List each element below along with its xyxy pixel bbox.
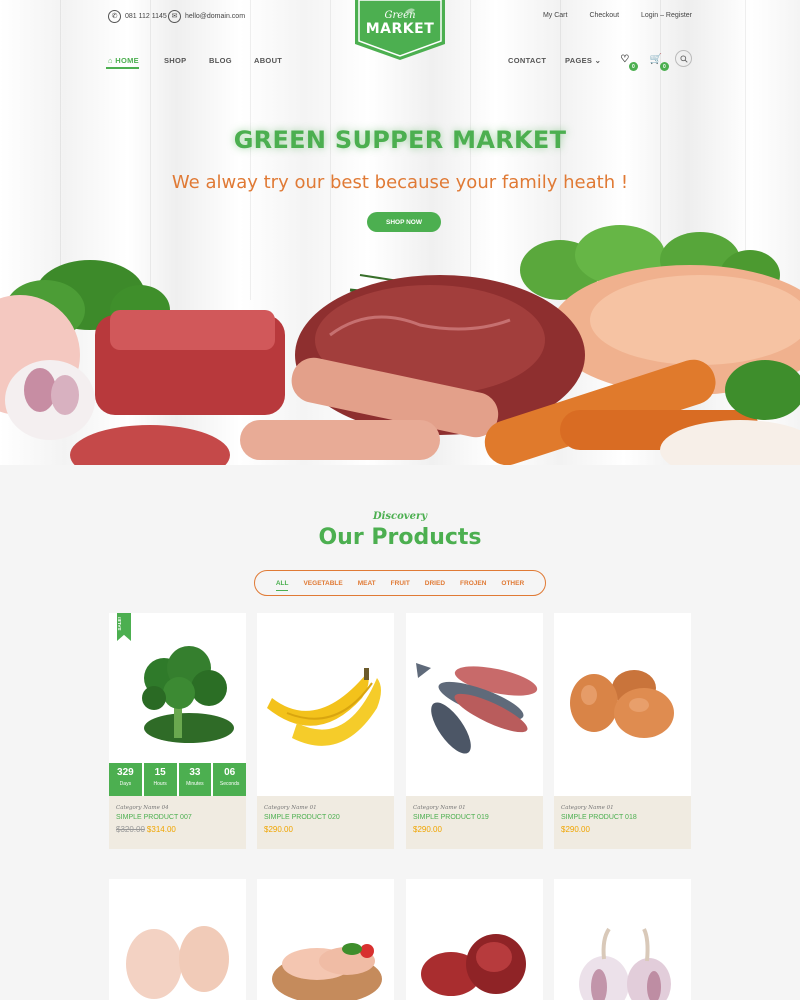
sale-label: SALE! bbox=[117, 617, 122, 631]
eggs-image bbox=[570, 670, 674, 738]
product-category: Category Name 01 bbox=[413, 805, 466, 811]
product-card[interactable] bbox=[406, 879, 543, 1000]
filter-tab-fruit[interactable]: FRUIT bbox=[391, 580, 410, 587]
filter-tab-all[interactable]: ALL bbox=[275, 580, 288, 591]
product-info: Category Name 01 SIMPLE PRODUCT 019 $290… bbox=[406, 796, 543, 849]
logo-line2: MARKET bbox=[365, 21, 435, 37]
filter-tab-vegetable[interactable]: VEGETABLE bbox=[303, 580, 342, 587]
countdown-minutes-value: 33 bbox=[189, 767, 201, 778]
nav-item-about[interactable]: ABOUT bbox=[254, 56, 282, 65]
search-button[interactable] bbox=[675, 50, 692, 67]
product-old-price: $320.00 bbox=[116, 825, 145, 834]
nav-item-shop[interactable]: SHOP bbox=[164, 56, 186, 65]
wishlist-count-badge: 0 bbox=[629, 62, 638, 71]
cart-count-badge: 0 bbox=[660, 62, 669, 71]
countdown-seconds-value: 06 bbox=[224, 767, 236, 778]
product-category: Category Name 01 bbox=[264, 805, 317, 811]
filter-tab-other[interactable]: OTHER bbox=[501, 580, 524, 587]
product-image bbox=[554, 613, 691, 796]
email-address: hello@domain.com bbox=[185, 13, 246, 20]
hero-title: GREEN SUPPER MARKET bbox=[233, 126, 567, 154]
product-card[interactable]: Category Name 01 SIMPLE PRODUCT 018 $290… bbox=[554, 613, 691, 849]
account-links: My Cart Checkout Login – Register bbox=[543, 12, 692, 19]
nav-item-contact[interactable]: CONTACT bbox=[508, 56, 546, 65]
filter-tab-dried[interactable]: DRIED bbox=[425, 580, 445, 587]
countdown-hours-label: Hours bbox=[153, 781, 167, 787]
product-card[interactable] bbox=[554, 879, 691, 1000]
beef-image bbox=[421, 934, 526, 996]
product-sale-price: $314.00 bbox=[146, 825, 176, 834]
countdown-seconds-label: Seconds bbox=[219, 781, 240, 787]
countdown-minutes: 33 Minutes bbox=[178, 763, 212, 796]
nav-pages-label: PAGES bbox=[565, 56, 593, 65]
logo-line1: Green bbox=[384, 10, 416, 21]
filter-tab-meat[interactable]: MEAT bbox=[358, 580, 376, 587]
product-image: SALE! 329 Days 15 Hours 33 Minutes 06 Se… bbox=[109, 613, 246, 796]
countdown-days-value: 329 bbox=[117, 767, 134, 778]
my-cart-link[interactable]: My Cart bbox=[543, 12, 568, 19]
product-image bbox=[257, 613, 394, 796]
nav-item-blog[interactable]: BLOG bbox=[209, 56, 232, 65]
countdown-minutes-label: Minutes bbox=[186, 781, 204, 787]
product-image bbox=[406, 613, 543, 796]
product-info: Category Name 01 SIMPLE PRODUCT 018 $290… bbox=[554, 796, 691, 849]
meat-vegetables-image bbox=[0, 225, 800, 465]
countdown-hours: 15 Hours bbox=[143, 763, 177, 796]
phone-contact: ✆ 081 112 1145 bbox=[108, 10, 167, 23]
phone-icon: ✆ bbox=[108, 10, 121, 23]
countdown-hours-value: 15 bbox=[154, 767, 166, 778]
sale-countdown: 329 Days 15 Hours 33 Minutes 06 Seconds bbox=[109, 763, 246, 796]
chevron-down-icon: ⌄ bbox=[594, 56, 602, 65]
product-name[interactable]: SIMPLE PRODUCT 018 bbox=[561, 814, 684, 821]
mail-icon: ✉ bbox=[168, 10, 181, 23]
product-name[interactable]: SIMPLE PRODUCT 019 bbox=[413, 814, 536, 821]
product-card[interactable] bbox=[257, 879, 394, 1000]
product-price: $320.00 $314.00 bbox=[116, 825, 239, 834]
search-icon bbox=[679, 54, 688, 63]
nav-item-pages[interactable]: PAGES ⌄ bbox=[565, 56, 601, 65]
section-title: Our Products bbox=[318, 525, 482, 550]
hero-subtitle: We alway try our best because your famil… bbox=[171, 172, 629, 193]
phone-number: 081 112 1145 bbox=[125, 13, 167, 20]
heart-icon: ♡ bbox=[620, 53, 630, 65]
countdown-days-label: Days bbox=[119, 781, 132, 787]
chicken-breast-image bbox=[272, 943, 382, 1000]
email-contact: ✉ hello@domain.com bbox=[168, 10, 245, 23]
fish-image bbox=[416, 663, 538, 754]
product-filter-tabs: ALL VEGETABLE MEAT FRUIT DRIED FROJEN OT… bbox=[254, 570, 546, 596]
product-card[interactable] bbox=[109, 879, 246, 1000]
section-kicker: Discovery bbox=[372, 511, 428, 522]
home-icon: ⌂ bbox=[108, 56, 113, 65]
product-price: $290.00 bbox=[264, 825, 293, 834]
site-logo[interactable]: Green MARKET bbox=[355, 0, 445, 60]
chicken-wings-image bbox=[126, 926, 229, 999]
cart-button[interactable]: 🛒 0 bbox=[649, 52, 669, 71]
wishlist-button[interactable]: ♡ 0 bbox=[618, 52, 638, 71]
products-section: Discovery Our Products ALL VEGETABLE MEA… bbox=[0, 465, 800, 1000]
hero-banner: ✆ 081 112 1145 ✉ hello@domain.com My Car… bbox=[0, 0, 800, 465]
product-price: $290.00 bbox=[413, 825, 442, 834]
nav-item-home[interactable]: ⌂ HOME bbox=[106, 56, 139, 69]
checkout-link[interactable]: Checkout bbox=[589, 12, 619, 19]
filter-tab-frojen[interactable]: FROJEN bbox=[460, 580, 486, 587]
product-category: Category Name 01 bbox=[561, 805, 614, 811]
garlic-image bbox=[579, 927, 671, 1000]
product-category: Category Name 04 bbox=[116, 805, 169, 811]
login-register-link[interactable]: Login – Register bbox=[641, 12, 692, 19]
product-card[interactable]: Category Name 01 SIMPLE PRODUCT 019 $290… bbox=[406, 613, 543, 849]
product-card[interactable]: Category Name 01 SIMPLE PRODUCT 020 $290… bbox=[257, 613, 394, 849]
product-name[interactable]: SIMPLE PRODUCT 020 bbox=[264, 814, 387, 821]
product-name[interactable]: SIMPLE PRODUCT 007 bbox=[116, 814, 239, 821]
countdown-seconds: 06 Seconds bbox=[213, 763, 246, 796]
banana-image bbox=[267, 668, 381, 746]
product-info: Category Name 04 SIMPLE PRODUCT 007 $320… bbox=[109, 796, 246, 849]
product-card[interactable]: SALE! 329 Days 15 Hours 33 Minutes 06 Se… bbox=[109, 613, 246, 849]
product-price: $290.00 bbox=[561, 825, 590, 834]
countdown-days: 329 Days bbox=[109, 763, 142, 796]
nav-home-label: HOME bbox=[115, 56, 139, 65]
product-info: Category Name 01 SIMPLE PRODUCT 020 $290… bbox=[257, 796, 394, 849]
